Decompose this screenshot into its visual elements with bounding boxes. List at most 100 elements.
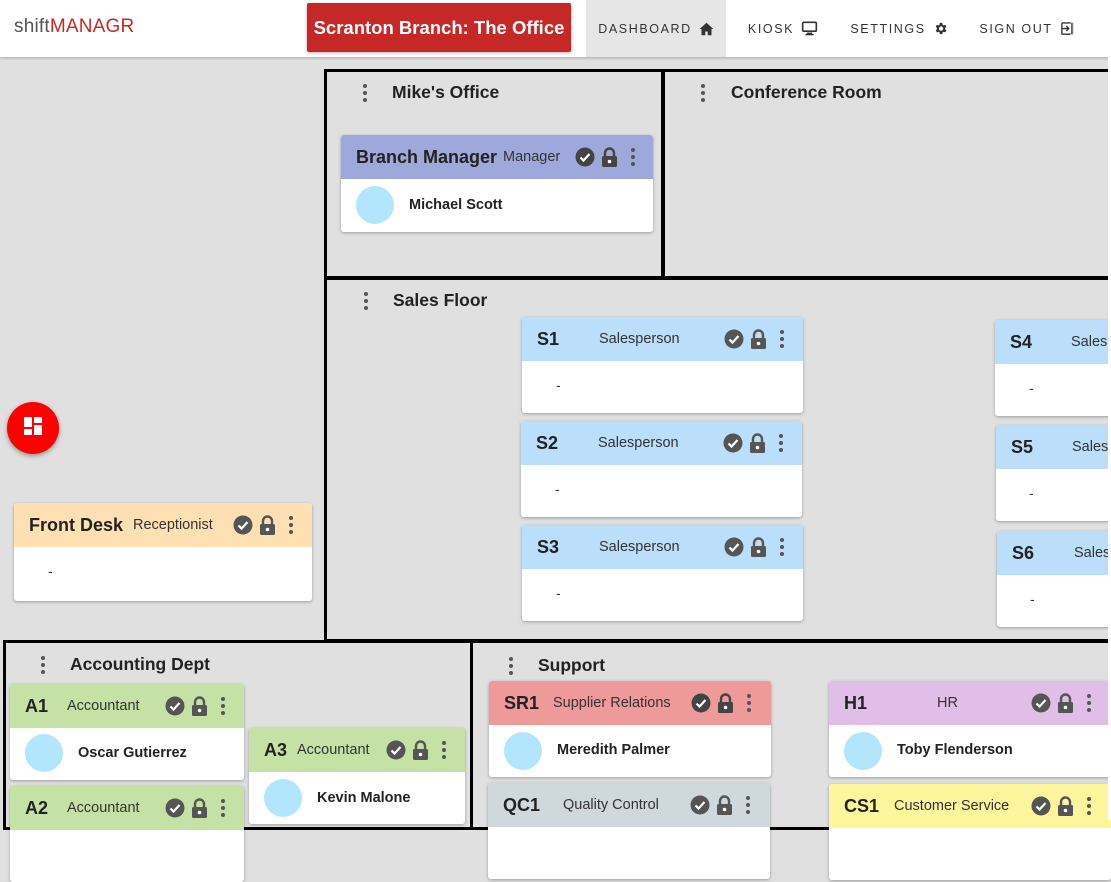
- kebab-menu-icon[interactable]: [1082, 796, 1096, 817]
- card-header: QC1 Quality Control: [488, 783, 770, 827]
- kebab-menu-icon[interactable]: [359, 290, 373, 311]
- card-header: S5 Sales: [996, 425, 1111, 469]
- empty-slot: -: [48, 563, 53, 579]
- check-circle-icon: [233, 515, 253, 535]
- check-circle-icon: [575, 147, 595, 167]
- card-body: -: [522, 569, 803, 621]
- check-circle-icon: [690, 795, 710, 815]
- branch-selector-button[interactable]: Scranton Branch: The Office: [307, 3, 571, 52]
- position-card[interactable]: S2 Salesperson -: [521, 421, 802, 517]
- position-role: Sales: [1071, 334, 1108, 350]
- lock-icon[interactable]: [601, 147, 618, 167]
- nav-signout[interactable]: SIGN OUT: [968, 0, 1086, 57]
- position-code: A1: [25, 695, 49, 716]
- kebab-menu-icon[interactable]: [284, 515, 298, 536]
- position-card[interactable]: S4 Sales -: [995, 320, 1111, 416]
- kebab-menu-icon[interactable]: [774, 433, 788, 454]
- empty-slot: -: [556, 377, 561, 393]
- card-body: -: [14, 547, 312, 601]
- dashboard-fab-button[interactable]: [7, 402, 59, 454]
- empty-slot: -: [1030, 591, 1035, 607]
- check-circle-icon: [691, 693, 711, 713]
- lock-icon[interactable]: [191, 798, 208, 818]
- position-code: S5: [1011, 436, 1034, 457]
- position-card[interactable]: CS1 Customer Service: [829, 784, 1111, 880]
- position-role: Quality Control: [563, 797, 659, 813]
- lock-icon[interactable]: [1057, 693, 1074, 713]
- kebab-menu-icon[interactable]: [696, 82, 710, 103]
- card-header: SR1 Supplier Relations: [489, 681, 771, 725]
- position-code: S2: [536, 432, 559, 453]
- lock-icon[interactable]: [749, 433, 766, 453]
- lock-icon[interactable]: [716, 795, 733, 815]
- lock-icon[interactable]: [191, 696, 208, 716]
- brand-logo[interactable]: shiftMANAGR: [14, 16, 134, 38]
- kebab-menu-icon[interactable]: [1082, 693, 1096, 714]
- card-header: A1 Accountant: [10, 684, 244, 728]
- assigned-person: Toby Flenderson: [897, 742, 1013, 758]
- assigned-person: Kevin Malone: [317, 790, 411, 806]
- nav-kiosk[interactable]: KIOSK: [738, 0, 828, 57]
- position-code: S3: [537, 536, 560, 557]
- position-card[interactable]: H1 HR Toby Flenderson: [829, 681, 1111, 777]
- room-header-support: Support: [504, 655, 605, 676]
- card-header: CS1 Customer Service: [829, 784, 1111, 828]
- position-card[interactable]: S3 Salesperson -: [522, 525, 803, 621]
- position-card[interactable]: Front Desk Receptionist -: [14, 503, 312, 601]
- room-title: Conference Room: [731, 82, 882, 102]
- kebab-menu-icon[interactable]: [36, 654, 50, 675]
- position-card[interactable]: S1 Salesperson -: [522, 317, 803, 413]
- position-card[interactable]: Branch Manager Manager Michael Scott: [341, 135, 653, 232]
- kebab-menu-icon[interactable]: [742, 693, 756, 714]
- lock-icon[interactable]: [412, 740, 429, 760]
- position-card[interactable]: A1 Accountant Oscar Gutierrez: [10, 684, 244, 780]
- empty-slot: -: [1029, 380, 1034, 396]
- position-card[interactable]: QC1 Quality Control: [488, 783, 770, 879]
- position-card[interactable]: S6 Sales -: [997, 531, 1111, 627]
- brand-part1: shift: [14, 16, 50, 37]
- kebab-menu-icon[interactable]: [626, 147, 640, 168]
- lock-icon[interactable]: [750, 329, 767, 349]
- assigned-person: Oscar Gutierrez: [78, 745, 187, 761]
- exit-icon: [1060, 21, 1075, 36]
- empty-slot: -: [555, 481, 560, 497]
- check-circle-icon: [1031, 796, 1051, 816]
- nav-dashboard[interactable]: DASHBOARD: [586, 0, 726, 57]
- check-circle-icon: [724, 537, 744, 557]
- nav-settings[interactable]: SETTINGS: [840, 0, 958, 57]
- card-body: -: [522, 361, 803, 413]
- card-body: Oscar Gutierrez: [10, 728, 244, 780]
- kebab-menu-icon[interactable]: [216, 696, 230, 717]
- lock-icon[interactable]: [750, 537, 767, 557]
- position-role: Salesperson: [598, 435, 679, 451]
- kebab-menu-icon[interactable]: [741, 795, 755, 816]
- monitor-icon: [801, 21, 818, 36]
- card-header: S1 Salesperson: [522, 317, 803, 361]
- room-header-conference-room: Conference Room: [696, 82, 882, 103]
- position-card[interactable]: S5 Sales -: [996, 425, 1111, 521]
- kebab-menu-icon[interactable]: [504, 655, 518, 676]
- kebab-menu-icon[interactable]: [775, 537, 789, 558]
- kebab-menu-icon[interactable]: [358, 82, 372, 103]
- position-role: Manager: [503, 149, 561, 165]
- lock-icon[interactable]: [717, 693, 734, 713]
- position-role: HR: [937, 695, 958, 711]
- lock-icon[interactable]: [259, 515, 276, 535]
- position-role: Salesperson: [599, 331, 680, 347]
- empty-slot: -: [556, 585, 561, 601]
- position-card[interactable]: SR1 Supplier Relations Meredith Palmer: [489, 681, 771, 777]
- kebab-menu-icon[interactable]: [775, 329, 789, 350]
- room-title: Sales Floor: [393, 290, 488, 310]
- position-card[interactable]: A3 Accountant Kevin Malone: [249, 728, 465, 824]
- card-header: S6 Sales: [997, 531, 1111, 575]
- dashboard-grid-icon: [23, 416, 43, 441]
- kebab-menu-icon[interactable]: [437, 740, 451, 761]
- room-title: Support: [538, 655, 606, 675]
- card-header: Branch Manager Manager: [341, 135, 653, 179]
- nav-settings-label: SETTINGS: [850, 21, 926, 36]
- check-circle-icon: [165, 696, 185, 716]
- card-header: S3 Salesperson: [522, 525, 803, 569]
- position-card[interactable]: A2 Accountant: [10, 786, 244, 882]
- kebab-menu-icon[interactable]: [216, 798, 230, 819]
- lock-icon[interactable]: [1057, 796, 1074, 816]
